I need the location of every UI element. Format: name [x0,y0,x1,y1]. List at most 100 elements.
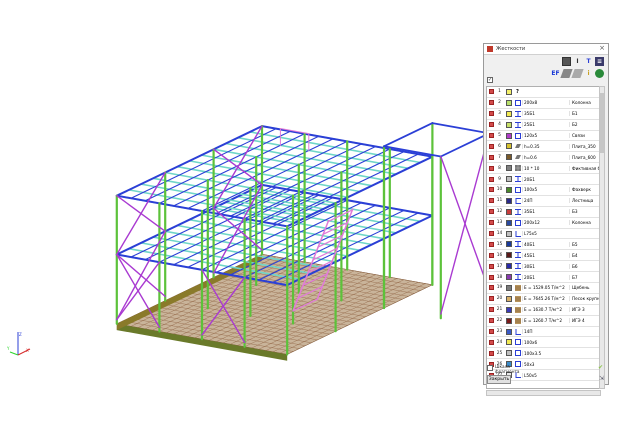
visibility-toggle[interactable] [488,231,494,237]
visibility-toggle[interactable] [488,252,494,258]
table-row[interactable]: 22 E = 1260.7 Т/м^2 ИГЭ 4 [487,316,600,327]
visibility-toggle[interactable] [488,122,494,128]
i-beam-icon[interactable]: I [573,57,582,66]
color-swatch[interactable] [505,154,512,161]
color-swatch[interactable] [505,110,512,117]
table-row[interactable]: 19 E = 1529.05 Т/м^2 Щебень [487,283,600,294]
model-viewport[interactable]: Z X Y [0,0,484,422]
visibility-toggle[interactable] [488,307,494,313]
visibility-toggle[interactable] [488,350,494,356]
toolbar-top: I T ≡ [562,57,604,66]
table-row[interactable]: 13 200x12 Колонна [487,218,600,229]
visibility-toggle[interactable] [488,296,494,302]
table-row[interactable]: 17 30Б1 Б6 [487,261,600,273]
visibility-toggle[interactable] [488,133,494,138]
color-swatch[interactable] [505,339,512,346]
color-swatch[interactable] [505,241,512,248]
visibility-toggle[interactable] [488,220,494,226]
color-swatch[interactable] [505,328,512,335]
visibility-toggle[interactable] [488,143,494,149]
table-row[interactable]: 9 20Б1 [487,174,600,186]
table-row[interactable]: 12 35Б1 Б3 [487,207,600,218]
table-row[interactable]: 7 h=0.6 Плита_600 [487,152,600,164]
visibility-toggle[interactable] [488,176,494,182]
table-row[interactable]: 14 L75x5 [487,229,600,240]
visibility-toggle[interactable] [488,318,494,324]
info-icon[interactable]: i [584,69,593,78]
select-all-checkbox[interactable]: ✓ [487,77,493,83]
color-swatch[interactable] [505,208,512,215]
stiffness-name: 50x3 [522,361,569,367]
color-swatch[interactable] [505,284,512,291]
color-swatch[interactable] [505,165,512,172]
table-row[interactable]: 21 E = 1630.7 Т/м^2 ИГЭ 3 [487,305,600,316]
color-swatch[interactable] [505,263,512,270]
table-row[interactable]: 25 100x3.5 [487,348,600,360]
color-swatch[interactable] [505,295,512,302]
table-row[interactable]: 23 14П [487,327,600,338]
visibility-toggle[interactable] [488,198,494,204]
eraser-icon[interactable] [571,69,584,78]
visibility-toggle[interactable] [488,100,494,106]
close-button[interactable]: Закрыть [487,375,511,384]
row-number: 2 [498,100,501,106]
horizontal-scrollbar[interactable] [486,390,601,396]
globe-icon[interactable] [595,69,604,78]
visibility-toggle[interactable] [488,187,494,193]
color-swatch[interactable] [505,230,512,237]
list-icon[interactable] [562,57,571,66]
color-swatch[interactable] [505,252,512,259]
visibility-toggle[interactable] [488,241,494,247]
visibility-toggle[interactable] [488,165,494,171]
visibility-toggle[interactable] [488,339,494,345]
visibility-toggle[interactable] [488,154,494,160]
row-number: 19 [496,285,503,291]
visibility-toggle[interactable] [488,89,494,95]
stiffness-name: 24П [522,198,569,204]
table-row[interactable]: 2 200x8 Колонна [487,98,600,109]
table-row[interactable]: 10 100x5 Фахверк [487,185,600,196]
color-swatch[interactable] [505,121,512,128]
visibility-toggle[interactable] [488,329,494,335]
table-row[interactable]: 16 45Б1 Б4 [487,250,600,262]
settings-icon[interactable]: ≡ [595,57,604,66]
visibility-toggle[interactable] [488,263,494,269]
table-row[interactable]: 24 100x6 [487,337,600,349]
fragment-scale-checkbox[interactable] [487,365,493,371]
table-row[interactable]: 20 E = 7645.26 Т/м^2Песок крупный [487,294,600,305]
table-row[interactable]: 15 40Б1 Б5 [487,239,600,251]
table-row[interactable]: 5 120x5 Связи [487,131,600,142]
table-row[interactable]: 4 25Б1 Б2 [487,120,600,131]
table-row[interactable]: 11 24П Лестница [487,196,600,207]
close-icon[interactable]: × [599,45,605,52]
color-swatch[interactable] [505,274,512,281]
vertical-scrollbar[interactable] [599,86,605,389]
row-number: 11 [496,198,503,204]
color-swatch[interactable] [505,132,512,139]
table-row[interactable]: 6 h=0.35 Плита_350 [487,141,600,153]
color-swatch[interactable] [505,99,512,106]
color-swatch[interactable] [505,186,512,193]
pin-icon[interactable]: ⇲ [599,375,604,382]
color-swatch[interactable] [505,176,512,183]
row-number: 20 [496,296,503,302]
table-row[interactable]: 3 35Б1 Б1 [487,109,600,120]
visibility-toggle[interactable] [488,111,494,117]
section-icon[interactable]: T [584,57,593,66]
table-row[interactable]: 1? [487,87,600,98]
panel-titlebar[interactable]: Жесткости × [484,44,608,55]
visibility-toggle[interactable] [488,209,494,215]
table-row[interactable]: 18 20Б1 Б7 [487,272,600,284]
color-swatch[interactable] [505,317,512,324]
visibility-toggle[interactable] [488,285,494,291]
ef-icon[interactable]: EF [551,69,560,78]
table-row[interactable]: 8 10 * 10Фиктивная бал [487,163,600,175]
apply-check-icon[interactable]: ✔ [598,364,603,371]
visibility-toggle[interactable] [488,274,494,280]
color-swatch[interactable] [505,143,512,150]
color-swatch[interactable] [505,306,512,313]
color-swatch[interactable] [505,219,512,226]
color-swatch[interactable] [505,88,512,95]
color-swatch[interactable] [505,350,512,357]
color-swatch[interactable] [505,197,512,204]
